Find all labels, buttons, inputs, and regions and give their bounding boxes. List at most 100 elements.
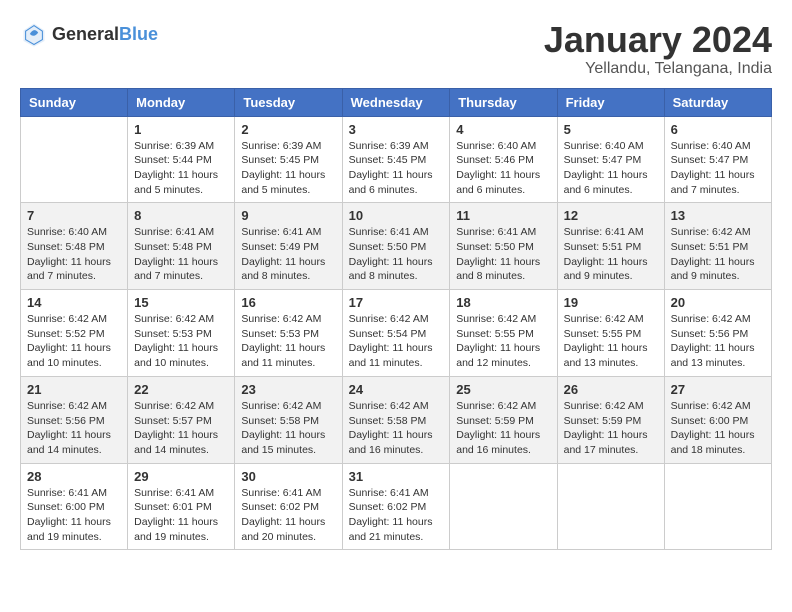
table-row: 11 Sunrise: 6:41 AM Sunset: 5:50 PM Dayli… <box>450 203 557 290</box>
day-detail: Sunrise: 6:41 AM Sunset: 6:02 PM Dayligh… <box>241 486 335 545</box>
day-number: 13 <box>671 208 765 223</box>
day-detail: Sunrise: 6:42 AM Sunset: 5:55 PM Dayligh… <box>564 312 658 371</box>
table-row: 25Sunrise: 6:42 AM Sunset: 5:59 PM Dayli… <box>450 376 557 463</box>
day-number: 3 <box>349 122 444 137</box>
day-detail: Sunrise: 6:39 AM Sunset: 5:45 PM Dayligh… <box>349 139 444 198</box>
table-row: 3 Sunrise: 6:39 AM Sunset: 5:45 PM Daylig… <box>342 116 450 203</box>
day-number: 20 <box>671 295 765 310</box>
day-number: 30 <box>241 469 335 484</box>
day-detail: Sunrise: 6:42 AM Sunset: 5:57 PM Dayligh… <box>134 399 228 458</box>
col-monday: Monday <box>128 88 235 116</box>
day-number: 18 <box>456 295 550 310</box>
table-row: 28Sunrise: 6:41 AM Sunset: 6:00 PM Dayli… <box>21 463 128 550</box>
day-number: 12 <box>564 208 658 223</box>
day-detail: Sunrise: 6:40 AM Sunset: 5:47 PM Dayligh… <box>564 139 658 198</box>
day-number: 31 <box>349 469 444 484</box>
logo: GeneralBlue <box>20 20 158 48</box>
calendar-week-row: 1 Sunrise: 6:39 AM Sunset: 5:44 PM Daylig… <box>21 116 772 203</box>
page-header: GeneralBlue January 2024 Yellandu, Telan… <box>20 20 772 78</box>
day-number: 21 <box>27 382 121 397</box>
day-detail: Sunrise: 6:42 AM Sunset: 6:00 PM Dayligh… <box>671 399 765 458</box>
calendar-table: Sunday Monday Tuesday Wednesday Thursday… <box>20 88 772 551</box>
day-detail: Sunrise: 6:42 AM Sunset: 5:59 PM Dayligh… <box>564 399 658 458</box>
table-row: 16Sunrise: 6:42 AM Sunset: 5:53 PM Dayli… <box>235 290 342 377</box>
table-row: 9 Sunrise: 6:41 AM Sunset: 5:49 PM Daylig… <box>235 203 342 290</box>
calendar-week-row: 14 Sunrise: 6:42 AM Sunset: 5:52 PM Dayli… <box>21 290 772 377</box>
table-row: 15Sunrise: 6:42 AM Sunset: 5:53 PM Dayli… <box>128 290 235 377</box>
day-number: 26 <box>564 382 658 397</box>
day-detail: Sunrise: 6:42 AM Sunset: 5:58 PM Dayligh… <box>241 399 335 458</box>
table-row: 23 Sunrise: 6:42 AM Sunset: 5:58 PM Dayli… <box>235 376 342 463</box>
table-row: 29 Sunrise: 6:41 AM Sunset: 6:01 PM Dayli… <box>128 463 235 550</box>
calendar-week-row: 7 Sunrise: 6:40 AM Sunset: 5:48 PM Daylig… <box>21 203 772 290</box>
table-row <box>664 463 771 550</box>
day-number: 11 <box>456 208 550 223</box>
day-detail: Sunrise: 6:39 AM Sunset: 5:44 PM Dayligh… <box>134 139 228 198</box>
col-wednesday: Wednesday <box>342 88 450 116</box>
table-row: 10Sunrise: 6:41 AM Sunset: 5:50 PM Dayli… <box>342 203 450 290</box>
logo-blue: Blue <box>119 24 158 44</box>
day-detail: Sunrise: 6:41 AM Sunset: 5:48 PM Dayligh… <box>134 225 228 284</box>
table-row: 18 Sunrise: 6:42 AM Sunset: 5:55 PM Dayli… <box>450 290 557 377</box>
logo-icon <box>20 20 48 48</box>
day-number: 24 <box>349 382 444 397</box>
day-detail: Sunrise: 6:41 AM Sunset: 6:01 PM Dayligh… <box>134 486 228 545</box>
table-row: 21 Sunrise: 6:42 AM Sunset: 5:56 PM Dayli… <box>21 376 128 463</box>
table-row: 17Sunrise: 6:42 AM Sunset: 5:54 PM Dayli… <box>342 290 450 377</box>
table-row: 13 Sunrise: 6:42 AM Sunset: 5:51 PM Dayli… <box>664 203 771 290</box>
table-row: 14 Sunrise: 6:42 AM Sunset: 5:52 PM Dayli… <box>21 290 128 377</box>
table-row: 12 Sunrise: 6:41 AM Sunset: 5:51 PM Dayli… <box>557 203 664 290</box>
day-number: 7 <box>27 208 121 223</box>
logo-general: General <box>52 24 119 44</box>
day-detail: Sunrise: 6:41 AM Sunset: 5:49 PM Dayligh… <box>241 225 335 284</box>
table-row: 4 Sunrise: 6:40 AM Sunset: 5:46 PM Daylig… <box>450 116 557 203</box>
day-number: 1 <box>134 122 228 137</box>
table-row: 19 Sunrise: 6:42 AM Sunset: 5:55 PM Dayli… <box>557 290 664 377</box>
day-number: 14 <box>27 295 121 310</box>
location-title: Yellandu, Telangana, India <box>544 60 772 78</box>
table-row: 31 Sunrise: 6:41 AM Sunset: 6:02 PM Dayli… <box>342 463 450 550</box>
day-number: 29 <box>134 469 228 484</box>
calendar-week-row: 21 Sunrise: 6:42 AM Sunset: 5:56 PM Dayli… <box>21 376 772 463</box>
table-row <box>557 463 664 550</box>
day-detail: Sunrise: 6:42 AM Sunset: 5:55 PM Dayligh… <box>456 312 550 371</box>
title-area: January 2024 Yellandu, Telangana, India <box>544 20 772 78</box>
day-detail: Sunrise: 6:42 AM Sunset: 5:53 PM Dayligh… <box>134 312 228 371</box>
day-detail: Sunrise: 6:40 AM Sunset: 5:48 PM Dayligh… <box>27 225 121 284</box>
day-detail: Sunrise: 6:41 AM Sunset: 5:51 PM Dayligh… <box>564 225 658 284</box>
table-row: 20Sunrise: 6:42 AM Sunset: 5:56 PM Dayli… <box>664 290 771 377</box>
day-number: 22 <box>134 382 228 397</box>
day-number: 5 <box>564 122 658 137</box>
col-friday: Friday <box>557 88 664 116</box>
col-sunday: Sunday <box>21 88 128 116</box>
table-row: 2Sunrise: 6:39 AM Sunset: 5:45 PM Daylig… <box>235 116 342 203</box>
day-number: 28 <box>27 469 121 484</box>
day-number: 4 <box>456 122 550 137</box>
day-number: 8 <box>134 208 228 223</box>
day-number: 19 <box>564 295 658 310</box>
day-detail: Sunrise: 6:42 AM Sunset: 5:51 PM Dayligh… <box>671 225 765 284</box>
col-thursday: Thursday <box>450 88 557 116</box>
table-row: 5 Sunrise: 6:40 AM Sunset: 5:47 PM Daylig… <box>557 116 664 203</box>
day-detail: Sunrise: 6:40 AM Sunset: 5:46 PM Dayligh… <box>456 139 550 198</box>
table-row: 6Sunrise: 6:40 AM Sunset: 5:47 PM Daylig… <box>664 116 771 203</box>
day-number: 9 <box>241 208 335 223</box>
calendar-week-row: 28Sunrise: 6:41 AM Sunset: 6:00 PM Dayli… <box>21 463 772 550</box>
day-number: 2 <box>241 122 335 137</box>
day-detail: Sunrise: 6:42 AM Sunset: 5:54 PM Dayligh… <box>349 312 444 371</box>
table-row <box>450 463 557 550</box>
table-row: 30 Sunrise: 6:41 AM Sunset: 6:02 PM Dayli… <box>235 463 342 550</box>
day-detail: Sunrise: 6:41 AM Sunset: 6:02 PM Dayligh… <box>349 486 444 545</box>
day-detail: Sunrise: 6:42 AM Sunset: 5:52 PM Dayligh… <box>27 312 121 371</box>
day-detail: Sunrise: 6:42 AM Sunset: 5:56 PM Dayligh… <box>27 399 121 458</box>
day-number: 23 <box>241 382 335 397</box>
day-number: 16 <box>241 295 335 310</box>
day-number: 6 <box>671 122 765 137</box>
day-detail: Sunrise: 6:41 AM Sunset: 5:50 PM Dayligh… <box>349 225 444 284</box>
day-number: 25 <box>456 382 550 397</box>
table-row: 8 Sunrise: 6:41 AM Sunset: 5:48 PM Daylig… <box>128 203 235 290</box>
day-detail: Sunrise: 6:42 AM Sunset: 5:58 PM Dayligh… <box>349 399 444 458</box>
table-row: 7 Sunrise: 6:40 AM Sunset: 5:48 PM Daylig… <box>21 203 128 290</box>
col-saturday: Saturday <box>664 88 771 116</box>
day-detail: Sunrise: 6:41 AM Sunset: 5:50 PM Dayligh… <box>456 225 550 284</box>
